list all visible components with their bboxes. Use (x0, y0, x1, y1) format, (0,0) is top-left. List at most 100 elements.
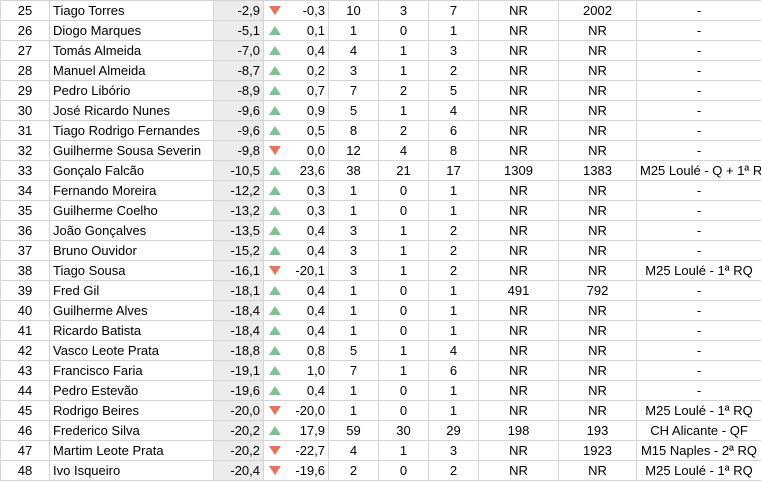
ranking-a-cell[interactable]: NR (478, 0, 559, 21)
wins-cell[interactable]: 0 (378, 180, 429, 201)
trend-delta-cell[interactable]: 0,4 (263, 40, 329, 61)
rank-cell[interactable]: 25 (0, 0, 50, 21)
wins-cell[interactable]: 1 (378, 340, 429, 361)
wins-cell[interactable]: 0 (378, 380, 429, 401)
wins-cell[interactable]: 1 (378, 40, 429, 61)
wins-cell[interactable]: 0 (378, 200, 429, 221)
trend-delta-cell[interactable]: 0,5 (263, 120, 329, 141)
matches-cell[interactable]: 1 (328, 320, 379, 341)
ranking-b-cell[interactable]: NR (558, 460, 637, 481)
ranking-a-cell[interactable]: NR (478, 380, 559, 401)
rank-cell[interactable]: 37 (0, 240, 50, 261)
tournament-result-cell[interactable]: - (636, 220, 761, 241)
points-diff-cell[interactable]: -9,6 (213, 120, 264, 141)
tournament-result-cell[interactable]: - (636, 240, 761, 261)
tournament-result-cell[interactable]: - (636, 360, 761, 381)
losses-cell[interactable]: 6 (428, 120, 479, 141)
tournament-result-cell[interactable]: - (636, 300, 761, 321)
ranking-b-cell[interactable]: 1923 (558, 440, 637, 461)
ranking-a-cell[interactable]: NR (478, 20, 559, 41)
rank-cell[interactable]: 43 (0, 360, 50, 381)
points-diff-cell[interactable]: -8,9 (213, 80, 264, 101)
losses-cell[interactable]: 1 (428, 400, 479, 421)
wins-cell[interactable]: 2 (378, 120, 429, 141)
ranking-a-cell[interactable]: NR (478, 260, 559, 281)
matches-cell[interactable]: 5 (328, 340, 379, 361)
points-diff-cell[interactable]: -13,2 (213, 200, 264, 221)
points-diff-cell[interactable]: -20,2 (213, 420, 264, 441)
ranking-b-cell[interactable]: NR (558, 400, 637, 421)
ranking-b-cell[interactable]: NR (558, 200, 637, 221)
trend-delta-cell[interactable]: 0,0 (263, 140, 329, 161)
losses-cell[interactable]: 1 (428, 300, 479, 321)
wins-cell[interactable]: 0 (378, 460, 429, 481)
tournament-result-cell[interactable]: - (636, 280, 761, 301)
trend-delta-cell[interactable]: 0,9 (263, 100, 329, 121)
ranking-a-cell[interactable]: NR (478, 360, 559, 381)
matches-cell[interactable]: 3 (328, 220, 379, 241)
matches-cell[interactable]: 3 (328, 260, 379, 281)
tournament-result-cell[interactable]: - (636, 340, 761, 361)
ranking-b-cell[interactable]: NR (558, 260, 637, 281)
ranking-a-cell[interactable]: NR (478, 100, 559, 121)
player-name-cell[interactable]: Tiago Rodrigo Fernandes (49, 120, 214, 141)
points-diff-cell[interactable]: -20,0 (213, 400, 264, 421)
rank-cell[interactable]: 40 (0, 300, 50, 321)
matches-cell[interactable]: 12 (328, 140, 379, 161)
ranking-a-cell[interactable]: NR (478, 220, 559, 241)
tournament-result-cell[interactable]: - (636, 140, 761, 161)
wins-cell[interactable]: 3 (378, 0, 429, 21)
points-diff-cell[interactable]: -8,7 (213, 60, 264, 81)
trend-delta-cell[interactable]: 0,4 (263, 380, 329, 401)
ranking-a-cell[interactable]: NR (478, 80, 559, 101)
losses-cell[interactable]: 4 (428, 340, 479, 361)
points-diff-cell[interactable]: -18,4 (213, 300, 264, 321)
tournament-result-cell[interactable]: - (636, 80, 761, 101)
matches-cell[interactable]: 1 (328, 400, 379, 421)
wins-cell[interactable]: 21 (378, 160, 429, 181)
wins-cell[interactable]: 1 (378, 440, 429, 461)
player-name-cell[interactable]: Guilherme Sousa Severin (49, 140, 214, 161)
ranking-a-cell[interactable]: NR (478, 300, 559, 321)
trend-delta-cell[interactable]: 17,9 (263, 420, 329, 441)
losses-cell[interactable]: 2 (428, 60, 479, 81)
ranking-a-cell[interactable]: NR (478, 340, 559, 361)
trend-delta-cell[interactable]: 0,4 (263, 320, 329, 341)
player-name-cell[interactable]: Manuel Almeida (49, 60, 214, 81)
player-name-cell[interactable]: Fred Gil (49, 280, 214, 301)
ranking-a-cell[interactable]: NR (478, 400, 559, 421)
ranking-b-cell[interactable]: NR (558, 20, 637, 41)
rank-cell[interactable]: 31 (0, 120, 50, 141)
wins-cell[interactable]: 2 (378, 80, 429, 101)
player-name-cell[interactable]: Tomás Almeida (49, 40, 214, 61)
tournament-result-cell[interactable]: - (636, 120, 761, 141)
rank-cell[interactable]: 47 (0, 440, 50, 461)
tournament-result-cell[interactable]: - (636, 40, 761, 61)
losses-cell[interactable]: 1 (428, 20, 479, 41)
losses-cell[interactable]: 1 (428, 280, 479, 301)
trend-delta-cell[interactable]: -19,6 (263, 460, 329, 481)
ranking-b-cell[interactable]: NR (558, 360, 637, 381)
tournament-result-cell[interactable]: M25 Loulé - 1ª RQ (636, 400, 761, 421)
wins-cell[interactable]: 1 (378, 240, 429, 261)
wins-cell[interactable]: 0 (378, 400, 429, 421)
player-name-cell[interactable]: Ivo Isqueiro (49, 460, 214, 481)
ranking-b-cell[interactable]: 193 (558, 420, 637, 441)
losses-cell[interactable]: 8 (428, 140, 479, 161)
losses-cell[interactable]: 7 (428, 0, 479, 21)
losses-cell[interactable]: 1 (428, 180, 479, 201)
player-name-cell[interactable]: Frederico Silva (49, 420, 214, 441)
rank-cell[interactable]: 44 (0, 380, 50, 401)
player-name-cell[interactable]: Guilherme Alves (49, 300, 214, 321)
losses-cell[interactable]: 2 (428, 240, 479, 261)
matches-cell[interactable]: 1 (328, 200, 379, 221)
wins-cell[interactable]: 1 (378, 60, 429, 81)
losses-cell[interactable]: 3 (428, 40, 479, 61)
rank-cell[interactable]: 36 (0, 220, 50, 241)
ranking-a-cell[interactable]: NR (478, 120, 559, 141)
player-name-cell[interactable]: Fernando Moreira (49, 180, 214, 201)
points-diff-cell[interactable]: -19,6 (213, 380, 264, 401)
trend-delta-cell[interactable]: -20,0 (263, 400, 329, 421)
tournament-result-cell[interactable]: M25 Loulé - 1ª RQ (636, 260, 761, 281)
trend-delta-cell[interactable]: -20,1 (263, 260, 329, 281)
